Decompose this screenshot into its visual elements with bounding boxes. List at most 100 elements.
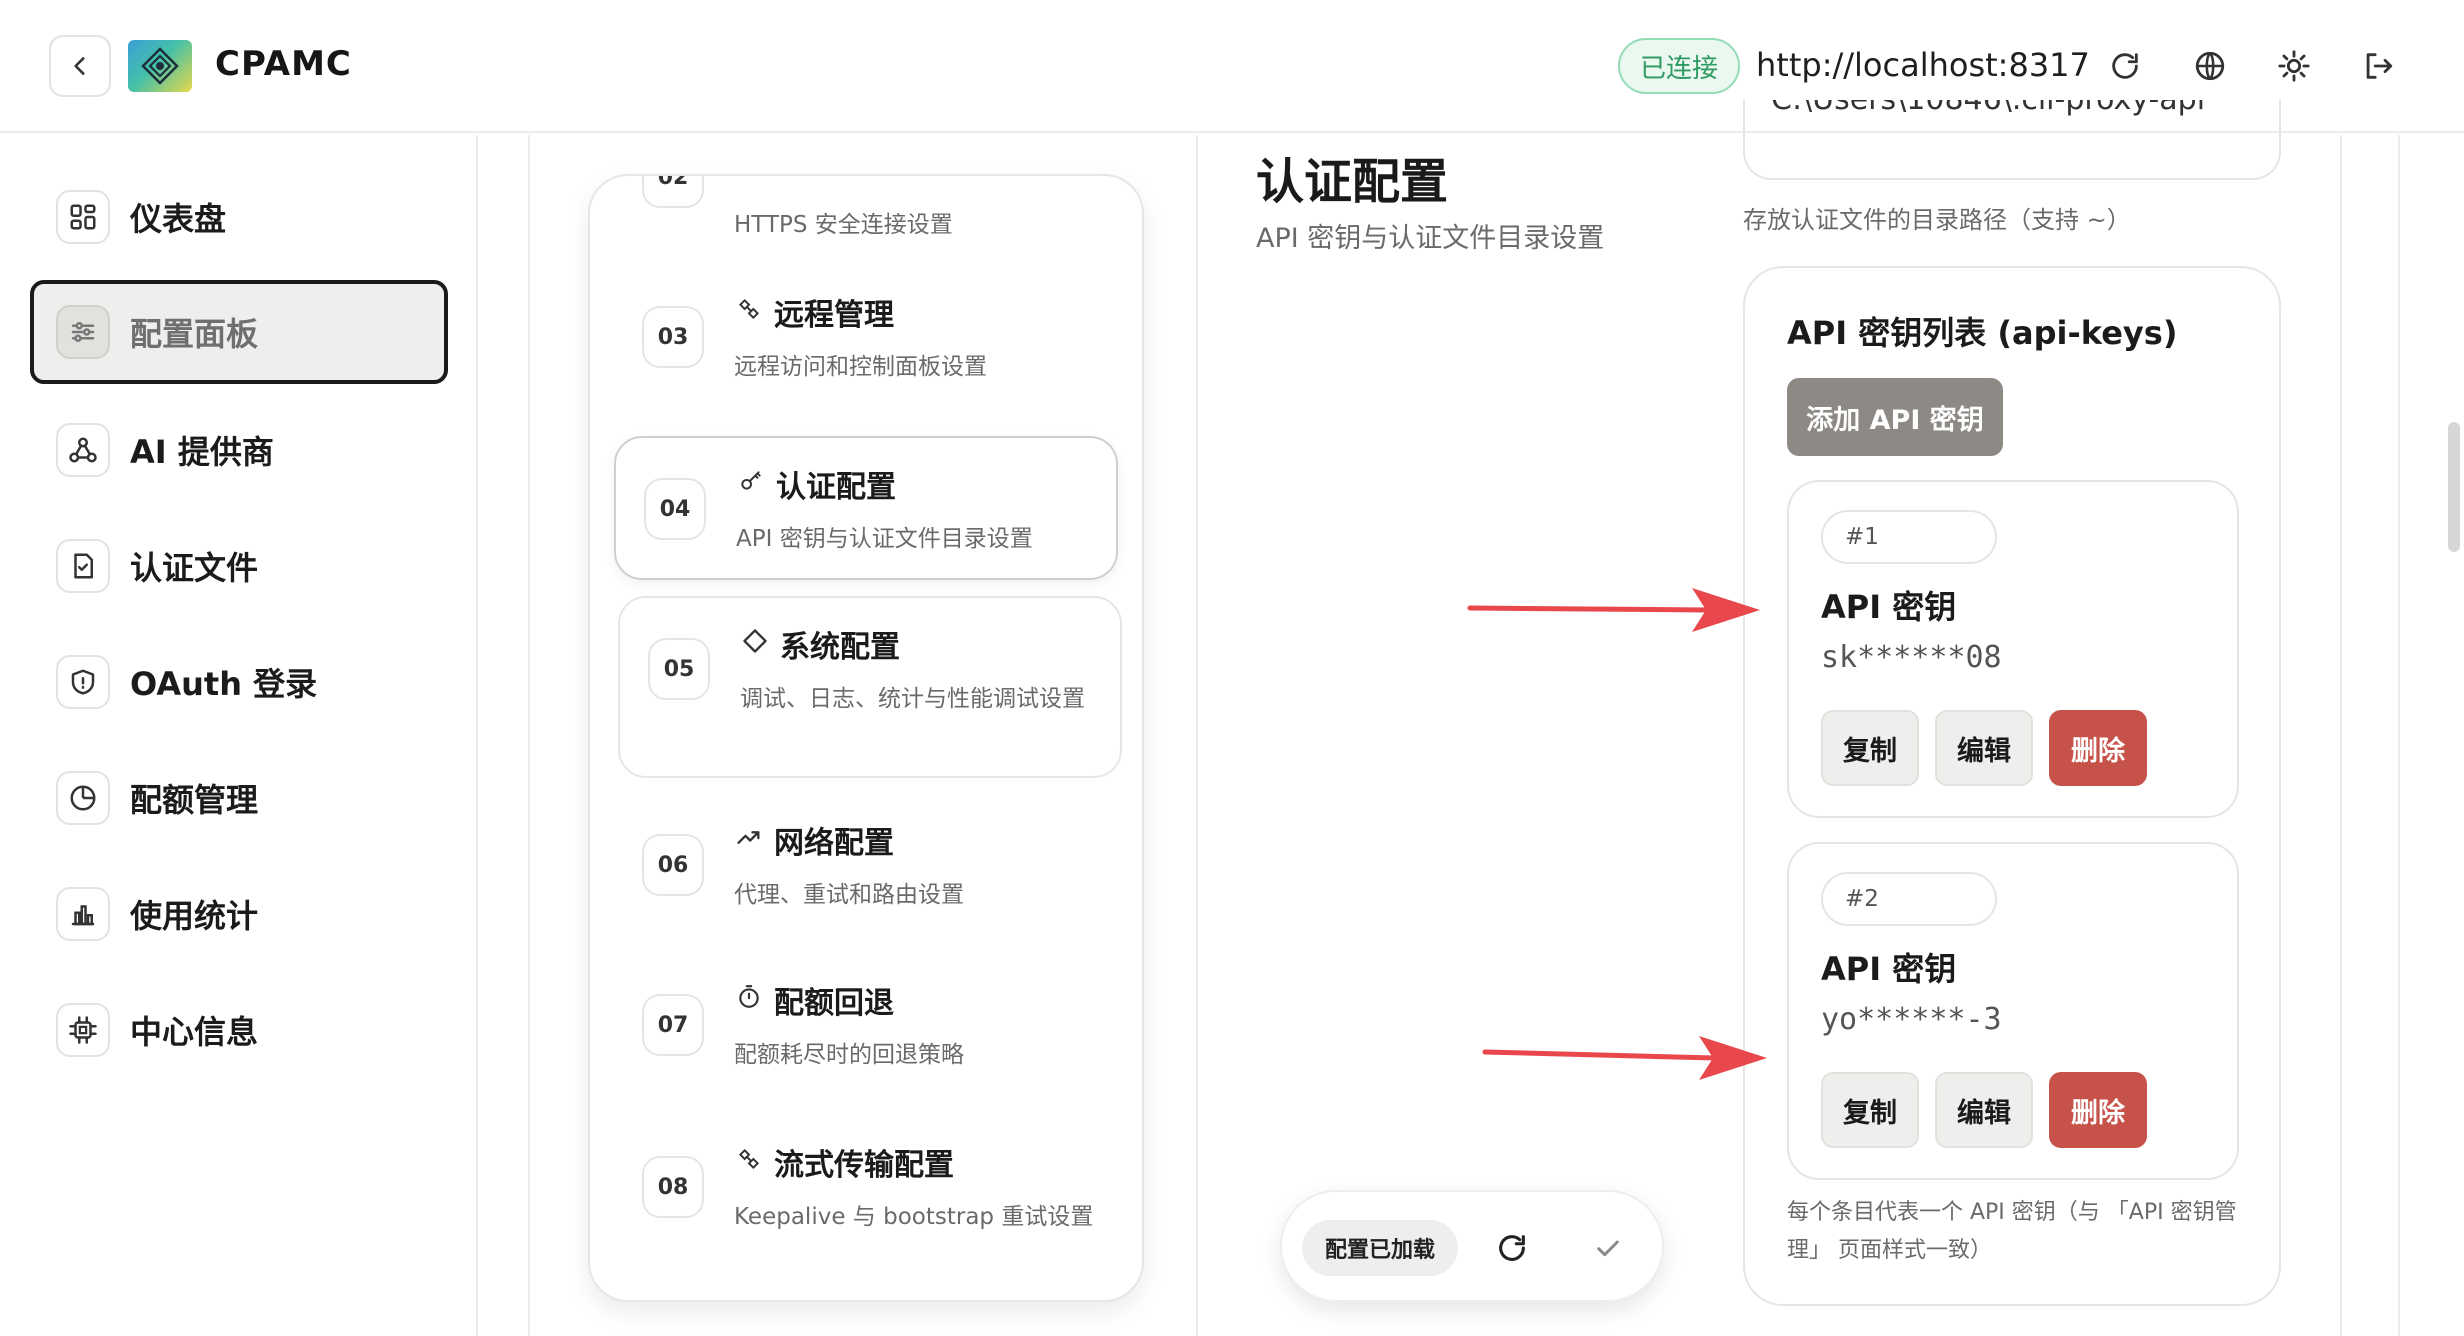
sidebar-item-auth-files[interactable]: 认证文件 [30, 516, 448, 616]
server-url: http://localhost:8317 [1756, 46, 2090, 84]
panel-divider [2340, 135, 2342, 1336]
api-keys-card: API 密钥列表 (api-keys) 添加 API 密钥 #1 API 密钥 … [1743, 266, 2281, 1306]
language-button[interactable] [2188, 44, 2232, 88]
refresh-icon [2112, 53, 2138, 79]
edit-button[interactable]: 编辑 [1935, 1072, 2033, 1148]
sidebar-item-label: OAuth 登录 [130, 665, 318, 703]
section-item-remote-management[interactable]: 03 远程管理 远程访问和控制面板设置 [614, 266, 1118, 410]
shield-icon [56, 655, 110, 709]
sidebar-item-dashboard[interactable]: 仪表盘 [30, 167, 448, 267]
section-title: 远程管理 [774, 298, 894, 333]
sidebar-item-label: 认证文件 [130, 549, 259, 587]
config-loaded-status: 配置已加载 [1302, 1220, 1458, 1276]
satellite-icon [734, 1144, 764, 1174]
annotation-arrow-icon [1467, 588, 1760, 632]
panel-divider [2398, 135, 2400, 1336]
panel-divider [1196, 135, 1198, 1336]
logout-icon [2366, 53, 2393, 79]
config-section-list: 02 HTTPS 安全连接设置 03 远程管理 远程访问和控制面板设置 04 认… [588, 174, 1144, 1302]
logout-button[interactable] [2356, 44, 2400, 88]
delete-button[interactable]: 删除 [2049, 710, 2147, 786]
floating-action-bar: 配置已加载 [1280, 1190, 1664, 1302]
sliders-icon [56, 305, 110, 359]
quota-icon [56, 771, 110, 825]
section-subheading: API 密钥与认证文件目录设置 [1256, 223, 1605, 254]
section-number: 06 [642, 834, 704, 896]
theme-toggle-button[interactable] [2272, 44, 2316, 88]
section-title: 流式传输配置 [774, 1148, 954, 1183]
diamond-icon [740, 626, 770, 656]
api-key-masked: sk******08 [1821, 640, 2002, 675]
api-key-name: API 密钥 [1821, 588, 1957, 626]
add-api-key-button[interactable]: 添加 API 密钥 [1787, 378, 2003, 456]
section-item-quota-fallback[interactable]: 07 配额回退 配额耗尽时的回退策略 [614, 954, 1118, 1098]
timer-icon [734, 982, 764, 1012]
section-number: 03 [642, 306, 704, 368]
api-key-masked: yo******-3 [1821, 1002, 2002, 1037]
app-title: CPAMC [215, 44, 352, 84]
sidebar-item-label: 使用统计 [130, 897, 259, 935]
section-desc: 远程访问和控制面板设置 [734, 354, 987, 380]
chip-icon [56, 1003, 110, 1057]
auth-dir-input[interactable]: C:\Users\10846\.cli-proxy-api [1743, 100, 2281, 180]
section-number: 05 [648, 638, 710, 700]
save-button[interactable] [1586, 1226, 1630, 1270]
sidebar-item-oauth-login[interactable]: OAuth 登录 [30, 632, 448, 732]
section-title: 认证配置 [776, 470, 896, 505]
key-icon [736, 466, 766, 496]
back-button[interactable] [49, 35, 111, 97]
check-icon [1597, 1240, 1619, 1257]
sidebar-item-quota[interactable]: 配额管理 [30, 748, 448, 848]
section-desc: HTTPS 安全连接设置 [734, 212, 953, 238]
panel-divider [528, 135, 530, 1336]
section-number: 08 [642, 1156, 704, 1218]
chevron-left-icon [74, 57, 85, 75]
section-number: 02 [642, 176, 704, 208]
section-item-system-config[interactable]: 05 系统配置 调试、日志、统计与性能调试设置 [618, 596, 1122, 778]
delete-button[interactable]: 删除 [2049, 1072, 2147, 1148]
section-desc: 配额耗尽时的回退策略 [734, 1042, 964, 1068]
sidebar-item-label: 仪表盘 [130, 200, 227, 238]
edit-button[interactable]: 编辑 [1935, 710, 2033, 786]
section-item-network-config[interactable]: 06 网络配置 代理、重试和路由设置 [614, 794, 1118, 938]
api-keys-title: API 密钥列表 (api-keys) [1787, 314, 2178, 352]
api-keys-footnote: 每个条目代表一个 API 密钥（与 「API 密钥管理」 页面样式一致） [1787, 1200, 2237, 1263]
trend-icon [734, 822, 764, 852]
sun-icon [2278, 50, 2310, 82]
app-logo [128, 40, 192, 92]
section-desc: Keepalive 与 bootstrap 重试设置 [734, 1204, 1094, 1230]
dashboard-icon [56, 190, 110, 244]
sidebar-item-label: 配置面板 [130, 315, 259, 353]
section-item-auth-config[interactable]: 04 认证配置 API 密钥与认证文件目录设置 [614, 436, 1118, 580]
sidebar-item-ai-providers[interactable]: AI 提供商 [30, 400, 448, 500]
copy-button[interactable]: 复制 [1821, 1072, 1919, 1148]
copy-button[interactable]: 复制 [1821, 710, 1919, 786]
section-item-streaming-config[interactable]: 08 流式传输配置 Keepalive 与 bootstrap 重试设置 [614, 1116, 1118, 1260]
sidebar-item-label: 配额管理 [130, 781, 259, 819]
satellite-icon [734, 294, 764, 324]
section-desc: 代理、重试和路由设置 [734, 882, 964, 908]
globe-icon [2195, 51, 2225, 81]
section-title: 系统配置 [780, 630, 900, 665]
sidebar-item-center-info[interactable]: 中心信息 [30, 980, 448, 1080]
section-heading: 认证配置 [1256, 154, 1449, 210]
annotation-arrow-icon [1482, 1036, 1767, 1080]
scrollbar-thumb[interactable] [2448, 422, 2460, 552]
section-desc: 调试、日志、统计与性能调试设置 [740, 686, 1085, 712]
providers-icon [56, 423, 110, 477]
auth-dir-hint: 存放认证文件的目录路径（支持 ~） [1743, 206, 2131, 234]
reload-button[interactable] [1490, 1226, 1534, 1270]
api-key-index: #1 [1821, 510, 1997, 564]
section-number: 04 [644, 478, 706, 540]
bar-chart-icon [56, 887, 110, 941]
api-key-index: #2 [1821, 872, 1997, 926]
section-desc: API 密钥与认证文件目录设置 [736, 526, 1033, 552]
api-key-name: API 密钥 [1821, 950, 1957, 988]
sidebar-item-config-panel[interactable]: 配置面板 [30, 280, 448, 384]
refresh-button[interactable] [2103, 44, 2147, 88]
section-title: 网络配置 [774, 826, 894, 861]
section-item-02[interactable]: 02 HTTPS 安全连接设置 [614, 176, 1118, 250]
sidebar-item-label: 中心信息 [130, 1013, 259, 1051]
sidebar-item-usage-stats[interactable]: 使用统计 [30, 864, 448, 964]
section-number: 07 [642, 994, 704, 1056]
